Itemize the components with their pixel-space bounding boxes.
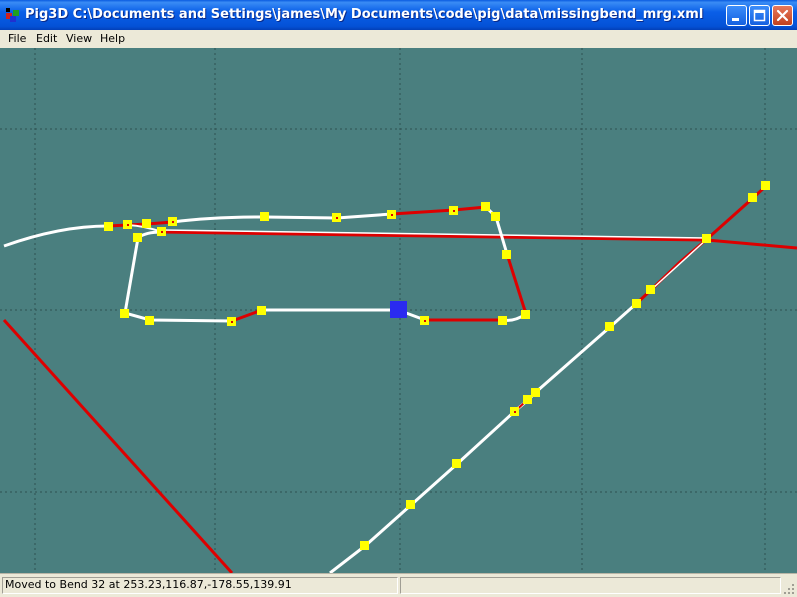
menu-file[interactable]: File <box>8 32 26 45</box>
maximize-button[interactable] <box>749 5 770 26</box>
menu-view[interactable]: View <box>66 32 92 45</box>
app-window: Pig3D C:\Documents and Settings\james\My… <box>0 0 797 597</box>
pig3d-app-icon[interactable] <box>5 7 21 23</box>
menu-bar: File Edit View Help <box>0 30 797 48</box>
resize-grip-icon[interactable] <box>783 583 795 595</box>
track-editor-canvas[interactable] <box>0 48 797 573</box>
close-icon <box>776 9 789 22</box>
window-title: Pig3D C:\Documents and Settings\james\My… <box>25 7 704 22</box>
track-viewport[interactable] <box>0 48 797 573</box>
maximize-icon <box>753 9 766 22</box>
title-bar[interactable]: Pig3D C:\Documents and Settings\james\My… <box>0 0 797 30</box>
menu-edit[interactable]: Edit <box>36 32 57 45</box>
status-bar: Moved to Bend 32 at 253.23,116.87,-178.5… <box>0 573 797 597</box>
menu-help[interactable]: Help <box>100 32 125 45</box>
selected-bend-node[interactable] <box>390 301 407 318</box>
minimize-button[interactable] <box>726 5 747 26</box>
minimize-icon <box>732 18 739 21</box>
close-button[interactable] <box>772 5 793 26</box>
status-pane-secondary <box>400 577 781 594</box>
status-message: Moved to Bend 32 at 253.23,116.87,-178.5… <box>5 578 292 591</box>
